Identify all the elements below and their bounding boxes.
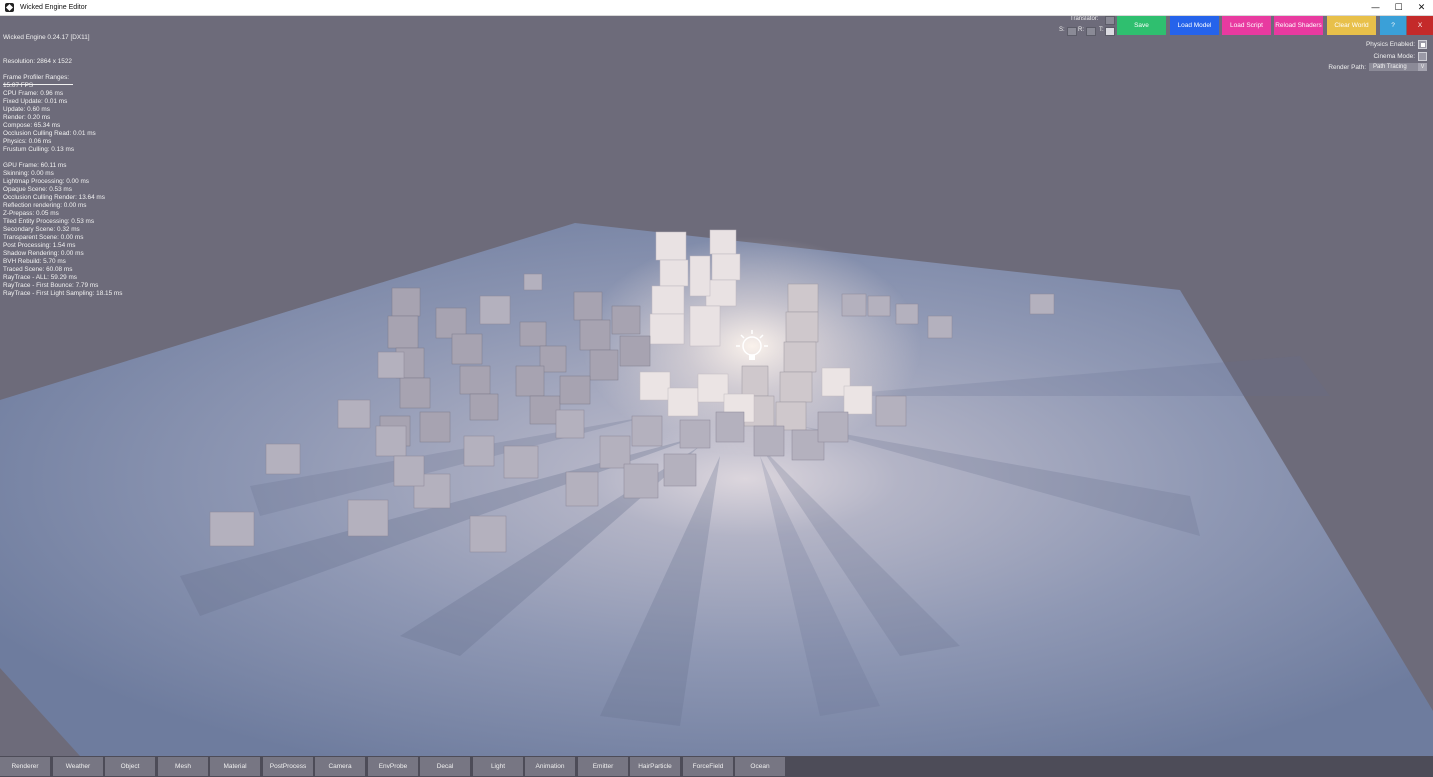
scene-render bbox=[0, 223, 1433, 756]
profiler-title: Frame Profiler Ranges: bbox=[3, 74, 70, 81]
chevron-down-icon: V bbox=[1418, 63, 1427, 71]
profiler-line: Occlusion Culling Read: 0.01 ms bbox=[3, 130, 96, 137]
render-path-row: Render Path: Path Tracing V bbox=[1328, 63, 1427, 71]
tab-weather[interactable]: Weather bbox=[53, 757, 103, 776]
profiler-line: Compose: 65.34 ms bbox=[3, 122, 61, 129]
profiler-line: Tiled Entity Processing: 0.53 ms bbox=[3, 218, 95, 225]
load-model-button[interactable]: Load Model bbox=[1170, 16, 1219, 35]
minimize-button[interactable]: — bbox=[1364, 0, 1387, 15]
cinema-mode-checkbox[interactable] bbox=[1418, 52, 1427, 61]
save-button[interactable]: Save bbox=[1117, 16, 1166, 35]
profiler-line: Skinning: 0.00 ms bbox=[3, 170, 54, 177]
profiler-line: Physics: 0.06 ms bbox=[3, 138, 52, 145]
translator-panel: Translator: S: R: T: bbox=[1058, 16, 1116, 38]
tab-camera[interactable]: Camera bbox=[315, 757, 365, 776]
profiler-divider bbox=[3, 84, 73, 85]
cinema-mode-row: Cinema Mode: bbox=[1373, 52, 1427, 61]
profiler-line: RayTrace - ALL: 59.29 ms bbox=[3, 274, 77, 281]
profiler-line: RayTrace - First Light Sampling: 18.15 m… bbox=[3, 290, 123, 297]
translator-toggle[interactable] bbox=[1105, 16, 1115, 25]
maximize-button[interactable]: ☐ bbox=[1387, 0, 1410, 15]
cinema-mode-label: Cinema Mode: bbox=[1373, 53, 1415, 60]
profiler-line: Fixed Update: 0.01 ms bbox=[3, 98, 68, 105]
profiler-line: Post Processing: 1.54 ms bbox=[3, 242, 76, 249]
profiler-line: Z-Prepass: 0.05 ms bbox=[3, 210, 59, 217]
tab-forcefield[interactable]: ForceField bbox=[683, 757, 733, 776]
tab-material[interactable]: Material bbox=[210, 757, 260, 776]
translator-s-label: S: bbox=[1059, 27, 1065, 33]
tab-renderer[interactable]: Renderer bbox=[0, 757, 50, 776]
profiler-gpu-group: GPU Frame: 60.11 ms Skinning: 0.00 ms Li… bbox=[3, 162, 122, 298]
load-script-button[interactable]: Load Script bbox=[1222, 16, 1271, 35]
exit-button[interactable]: X bbox=[1407, 16, 1433, 35]
tab-hairparticle[interactable]: HairParticle bbox=[630, 757, 680, 776]
profiler-line: Transparent Scene: 0.00 ms bbox=[3, 234, 84, 241]
translator-label: Translator: bbox=[1070, 16, 1099, 22]
physics-enabled-label: Physics Enabled: bbox=[1365, 41, 1415, 48]
profiler-line: Frustum Culling: 0.13 ms bbox=[3, 146, 75, 153]
app-icon bbox=[5, 3, 14, 12]
tab-postprocess[interactable]: PostProcess bbox=[263, 757, 313, 776]
profiler-line: Lightmap Processing: 0.00 ms bbox=[3, 178, 89, 185]
resolution-readout: Resolution: 2864 x 1522 bbox=[3, 58, 72, 65]
profiler-line: CPU Frame: 0.96 ms bbox=[3, 90, 64, 97]
title-bar: Wicked Engine Editor — ☐ ✕ bbox=[0, 0, 1433, 16]
render-path-value: Path Tracing bbox=[1373, 64, 1407, 70]
tab-ocean[interactable]: Ocean bbox=[735, 757, 785, 776]
profiler-line: Opaque Scene: 0.53 ms bbox=[3, 186, 72, 193]
profiler-line: BVH Rebuild: 5.70 ms bbox=[3, 258, 66, 265]
tab-mesh[interactable]: Mesh bbox=[158, 757, 208, 776]
translator-t-label: T: bbox=[1099, 27, 1104, 33]
engine-version: Wicked Engine 0.24.17 [DX11] bbox=[3, 34, 90, 41]
physics-enabled-checkbox[interactable] bbox=[1418, 40, 1427, 49]
tab-object[interactable]: Object bbox=[105, 757, 155, 776]
render-path-label: Render Path: bbox=[1328, 63, 1366, 71]
tab-animation[interactable]: Animation bbox=[525, 757, 575, 776]
tab-envprobe[interactable]: EnvProbe bbox=[368, 757, 418, 776]
render-path-select[interactable]: Path Tracing V bbox=[1369, 63, 1427, 71]
tab-emitter[interactable]: Emitter bbox=[578, 757, 628, 776]
window-controls: — ☐ ✕ bbox=[1364, 0, 1433, 15]
translator-r-label: R: bbox=[1078, 27, 1084, 33]
translator-t-checkbox[interactable] bbox=[1105, 27, 1115, 36]
profiler-line: Reflection rendering: 0.00 ms bbox=[3, 202, 87, 209]
profiler-line: Render: 0.20 ms bbox=[3, 114, 51, 121]
tab-light[interactable]: Light bbox=[473, 757, 523, 776]
translator-r-checkbox[interactable] bbox=[1086, 27, 1096, 36]
scene-viewport[interactable]: Wicked Engine 0.24.17 [DX11] Resolution:… bbox=[0, 16, 1433, 756]
profiler-line: Traced Scene: 60.08 ms bbox=[3, 266, 73, 273]
translator-s-checkbox[interactable] bbox=[1067, 27, 1077, 36]
profiler-line: Shadow Rendering: 0.00 ms bbox=[3, 250, 84, 257]
editor-tab-bar: Renderer Weather Object Mesh Material Po… bbox=[0, 756, 1433, 777]
tab-decal[interactable]: Decal bbox=[420, 757, 470, 776]
profiler-line: Secondary Scene: 0.32 ms bbox=[3, 226, 80, 233]
profiler-cpu-group: CPU Frame: 0.96 ms Fixed Update: 0.01 ms… bbox=[3, 90, 122, 154]
profiler-line: GPU Frame: 60.11 ms bbox=[3, 162, 67, 169]
profiler-line: RayTrace - First Bounce: 7.79 ms bbox=[3, 282, 99, 289]
reload-shaders-button[interactable]: Reload Shaders bbox=[1274, 16, 1323, 35]
physics-enabled-row: Physics Enabled: bbox=[1366, 40, 1427, 49]
window-title: Wicked Engine Editor bbox=[20, 4, 87, 11]
help-button[interactable]: ? bbox=[1380, 16, 1406, 35]
clear-world-button[interactable]: Clear World bbox=[1327, 16, 1376, 35]
profiler-line: Update: 0.60 ms bbox=[3, 106, 50, 113]
close-window-button[interactable]: ✕ bbox=[1410, 0, 1433, 15]
profiler-line: Occlusion Culling Render: 13.64 ms bbox=[3, 194, 105, 201]
frame-profiler: Frame Profiler Ranges: CPU Frame: 0.96 m… bbox=[3, 74, 122, 298]
